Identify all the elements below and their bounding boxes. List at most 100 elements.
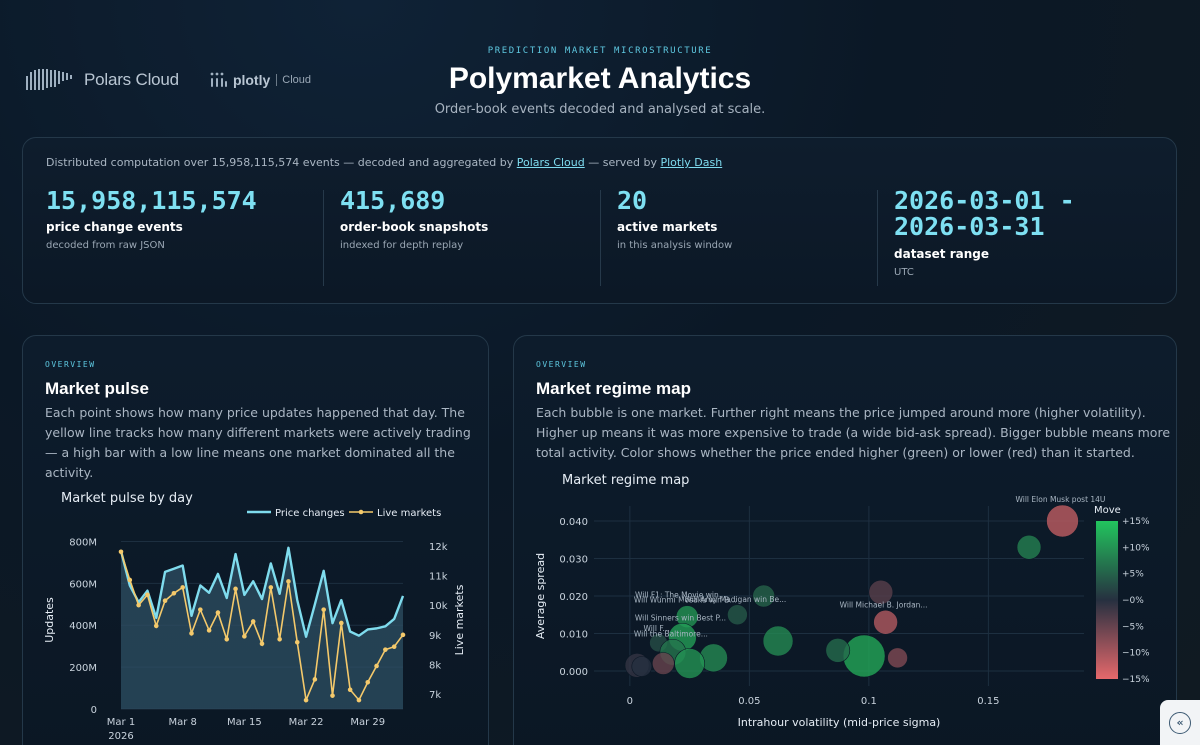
live-markets-point: [206, 628, 212, 633]
live-markets-point: [312, 677, 318, 682]
stats-intro-prefix: Distributed computation over 15,958,115,…: [46, 156, 517, 169]
desc-line: Each bubble is one market. Further right…: [536, 405, 1146, 420]
y-axis-title: Updates: [43, 597, 56, 643]
card-eyebrow: OVERVIEW: [45, 360, 96, 369]
market-bubble: [727, 604, 748, 626]
live-markets-point: [162, 598, 168, 604]
live-markets-point: [277, 636, 282, 642]
market-bubble: [1016, 534, 1042, 560]
live-markets-point: [294, 639, 300, 645]
live-markets-point: [250, 619, 256, 624]
legend-marker: [358, 509, 364, 515]
x-tick-label: 0: [627, 696, 633, 707]
market-pulse-card: OVERVIEW Market pulse Each point shows h…: [22, 335, 489, 745]
double-chevron-left-icon: «: [1169, 711, 1191, 734]
page-subtitle: Order-book events decoded and analysed a…: [434, 102, 766, 117]
collapse-button[interactable]: «: [1160, 700, 1200, 745]
live-markets-point: [127, 577, 133, 583]
market-regime-chart[interactable]: 0 0.05 0.1 0.15 0.000 0.010 0.020 0.030 0.040 Int…: [514, 486, 1176, 745]
stat-label: active markets: [617, 220, 718, 235]
plotly-dash-link[interactable]: Plotly Dash: [660, 156, 722, 169]
live-markets-point: [356, 697, 362, 703]
x-tick-label: Mar 29: [350, 717, 385, 728]
stat-value: 20: [617, 186, 648, 215]
x-tick-label: 0.15: [977, 696, 999, 707]
live-markets-point: [171, 591, 177, 596]
card-title: Market regime map: [536, 379, 691, 398]
y-tick-label: 0.000: [559, 667, 588, 678]
stat-label: order-book snapshots: [340, 220, 489, 235]
x-tick-sublabel: 2026: [108, 731, 133, 742]
colorbar-tick-label: −15%: [1122, 675, 1150, 685]
market-bubble: [825, 638, 851, 663]
stat-dataset-range: 2026-03-01 - 2026-03-31 dataset range UT…: [894, 187, 1075, 277]
stat-note: decoded from raw JSON: [46, 240, 165, 252]
x-tick-label: Mar 8: [168, 717, 196, 728]
y2-tick-label: 12k: [429, 542, 448, 553]
polars-cloud-link[interactable]: Polars Cloud: [517, 156, 585, 169]
legend-label: Price changes: [275, 508, 345, 519]
market-bubble: [887, 647, 908, 669]
x-tick-label: 0.1: [861, 696, 877, 707]
live-markets-point: [400, 632, 406, 638]
colorbar-title: Move: [1094, 505, 1121, 516]
stats-panel: Distributed computation over 15,958,115,…: [22, 137, 1177, 304]
bubble-label: Will Michael B. Jordan...: [840, 600, 928, 609]
market-bubble: [762, 625, 794, 657]
x-tick-label: 0.05: [738, 696, 760, 707]
x-tick-label: Mar 22: [289, 717, 324, 728]
y-tick-label: 0.030: [559, 555, 588, 566]
live-markets-point: [286, 579, 291, 584]
colorbar-tick-label: +5%: [1122, 570, 1144, 580]
live-markets-point: [339, 620, 344, 626]
y2-tick-label: 9k: [429, 631, 441, 642]
y2-tick-label: 7k: [429, 690, 441, 701]
stats-intro-mid: — served by: [584, 156, 661, 169]
card-title: Market pulse: [45, 379, 149, 398]
y-tick-label: 600M: [69, 579, 97, 590]
colorbar-tick-label: −0%: [1122, 596, 1144, 606]
live-markets-point: [303, 697, 309, 703]
market-pulse-chart[interactable]: 0 200M 400M 600M 800M 7k 8k 9k 10k 11k 12k Mar 1 Mar…: [23, 496, 488, 745]
stat-note: in this analysis window: [617, 240, 733, 252]
y2-tick-label: 8k: [429, 661, 441, 672]
x-tick-label: Mar 1: [107, 717, 135, 728]
desc-line: yellow line tracks how many different ma…: [45, 425, 471, 440]
colorbar-tick-label: +10%: [1122, 543, 1150, 553]
price-changes-area: [121, 547, 403, 709]
y-tick-label: 800M: [69, 537, 97, 548]
live-markets-point: [233, 586, 238, 592]
live-markets-point: [242, 634, 247, 639]
page-header: PREDICTION MARKET MICROSTRUCTURE Polymar…: [0, 46, 1200, 117]
stat-label: dataset range: [894, 246, 990, 261]
y2-tick-label: 11k: [429, 572, 448, 583]
live-markets-point: [118, 549, 124, 555]
y-axis-title: Average spread: [534, 553, 547, 639]
bubble-label: Will the Baltimore...: [634, 629, 708, 638]
live-markets-point: [383, 647, 388, 652]
live-markets-point: [145, 592, 150, 598]
market-regime-card: OVERVIEW Market regime map Each bubble i…: [513, 335, 1177, 745]
bubble-label: Will Elon Musk post 14U: [1016, 495, 1106, 504]
colorbar-tick-label: −5%: [1122, 622, 1144, 632]
market-bubble: [842, 634, 886, 678]
desc-line: — a high bar with a low line means one m…: [45, 445, 455, 460]
market-bubble: [652, 652, 675, 675]
live-markets-point: [189, 631, 194, 636]
desc-line: total activity. Color shows whether the …: [536, 445, 1135, 460]
stat-divider: [600, 190, 601, 286]
y-tick-label: 0.040: [559, 517, 588, 528]
live-markets-point: [365, 680, 371, 685]
y-tick-label: 400M: [69, 621, 97, 632]
stat-value: 415,689: [340, 186, 446, 215]
stat-active-markets: 20 active markets in this analysis windo…: [617, 186, 733, 252]
live-markets-point: [153, 623, 159, 629]
y-tick-label: 0.010: [559, 630, 588, 641]
live-markets-point: [224, 636, 230, 642]
card-eyebrow: OVERVIEW: [536, 360, 587, 369]
stat-label: price change events: [46, 220, 183, 235]
live-markets-point: [330, 693, 335, 698]
card-description: Each point shows how many price updates …: [45, 403, 471, 483]
live-markets-point: [374, 663, 379, 669]
live-markets-point: [180, 585, 185, 590]
